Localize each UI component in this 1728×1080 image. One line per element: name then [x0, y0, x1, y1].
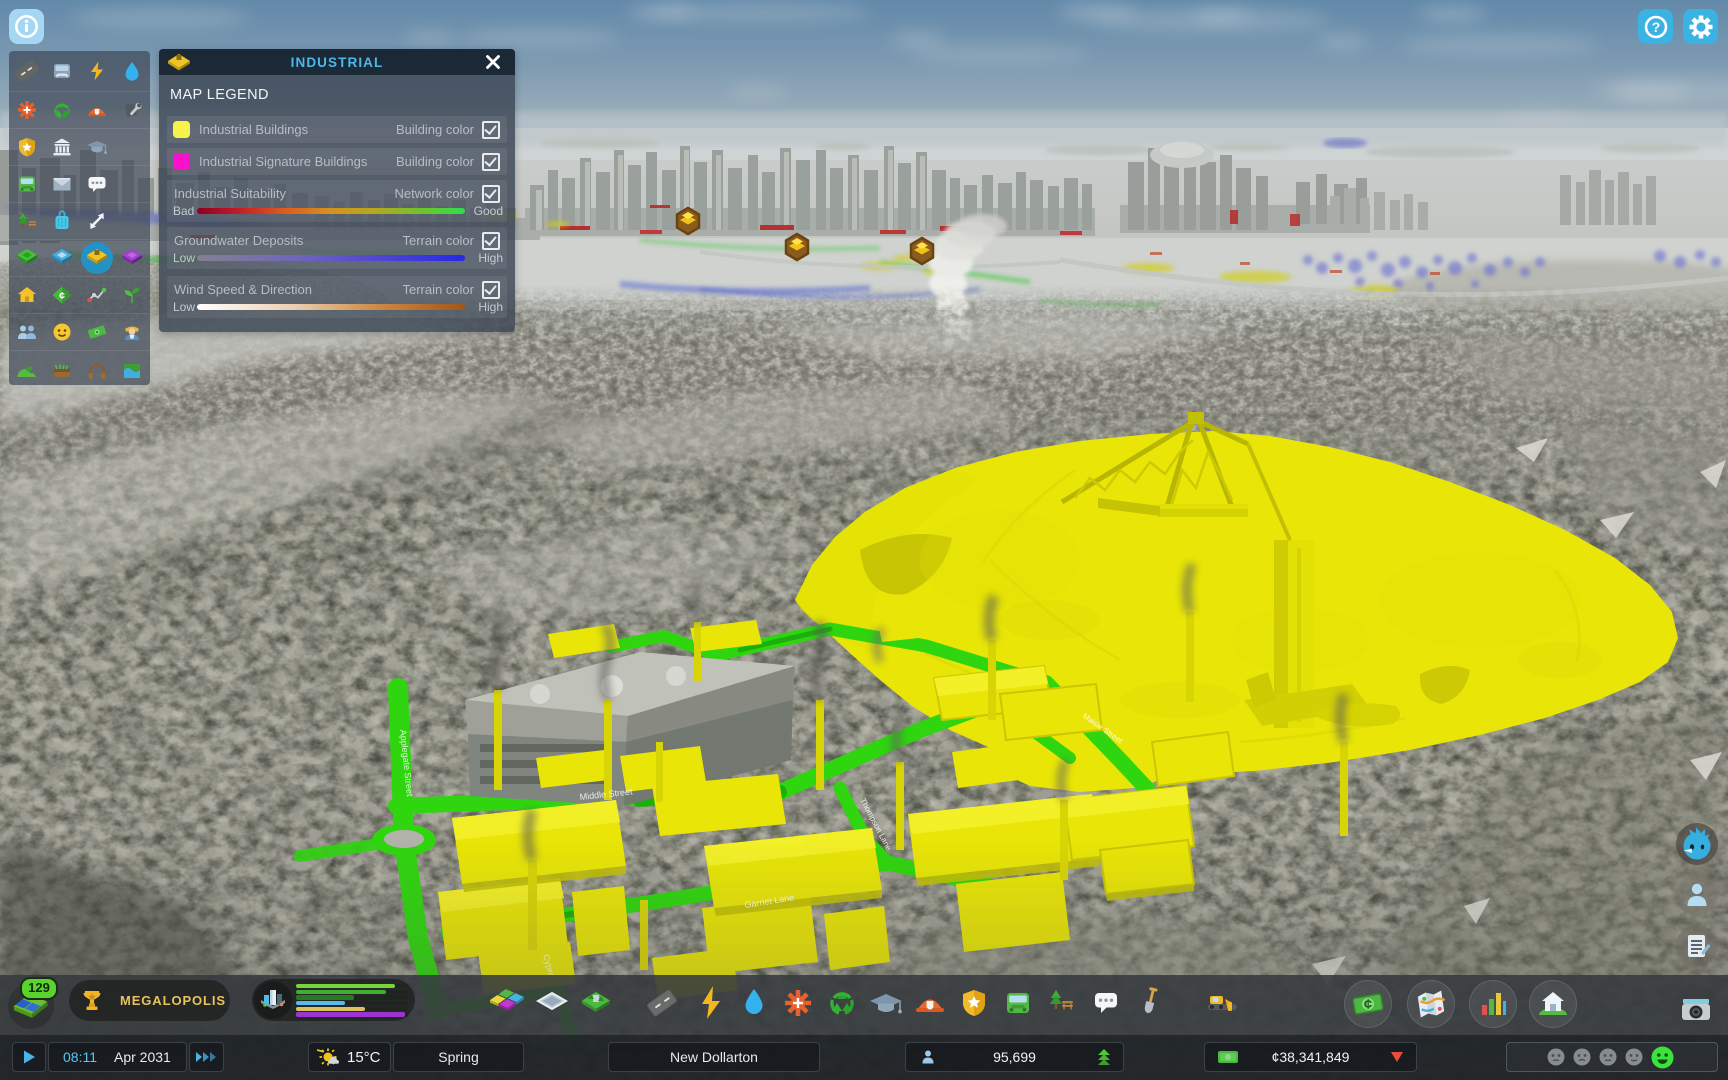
svg-text:¢: ¢ — [1364, 996, 1372, 1013]
svg-text:?: ? — [1651, 19, 1660, 35]
svg-text:¢: ¢ — [59, 290, 65, 302]
